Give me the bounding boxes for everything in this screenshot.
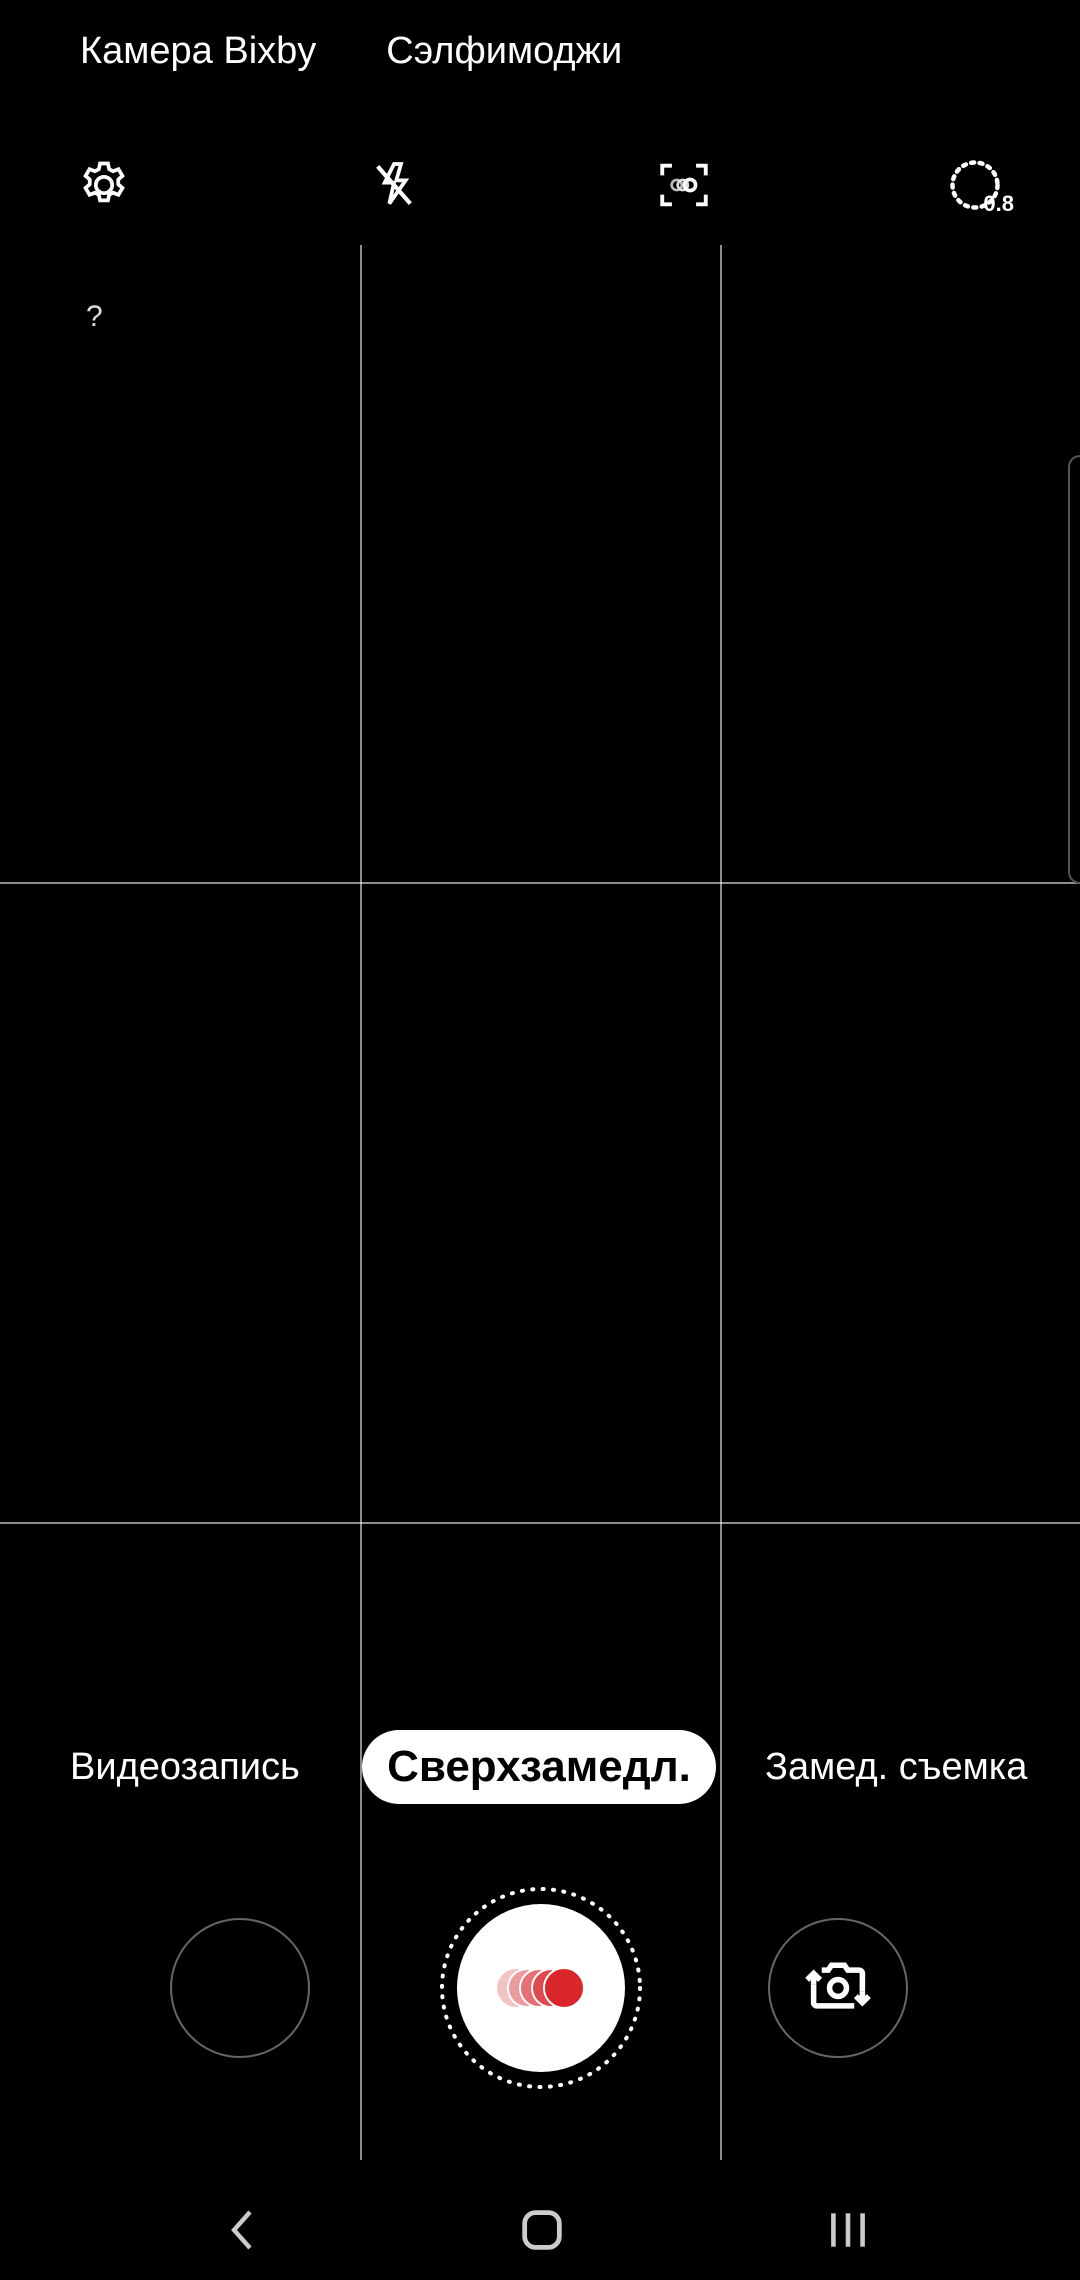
- top-links: Камера Bixby Сэлфимоджи: [80, 30, 622, 73]
- grid-line-vertical: [720, 245, 722, 2160]
- recents-button[interactable]: [808, 2190, 888, 2270]
- focus-mode-button[interactable]: [644, 145, 724, 225]
- zoom-value: 0.8: [983, 191, 1014, 216]
- flash-off-icon: [376, 162, 412, 206]
- help-button[interactable]: ?: [86, 300, 103, 334]
- grid-line-vertical: [360, 245, 362, 2160]
- grid-line-horizontal: [0, 1522, 1080, 1524]
- mode-video[interactable]: Видеозапись: [70, 1730, 300, 1804]
- back-button[interactable]: [202, 2190, 282, 2270]
- recents-icon: [831, 2213, 865, 2247]
- switch-camera-button[interactable]: [768, 1918, 908, 2058]
- home-icon: [522, 2210, 562, 2250]
- mode-selector: Видеозапись Сверхзамедл. Замед. съемка: [0, 1730, 1080, 1804]
- mode-super-slow[interactable]: Сверхзамедл.: [362, 1730, 716, 1804]
- home-button[interactable]: [502, 2190, 582, 2270]
- back-icon: [231, 2210, 252, 2250]
- flash-button[interactable]: [354, 145, 434, 225]
- record-button[interactable]: [438, 1885, 644, 2091]
- camera-switch-icon: [805, 1962, 871, 2009]
- gear-icon: [83, 161, 125, 203]
- focus-frame-icon: [660, 163, 708, 207]
- selfie-emoji-link[interactable]: Сэлфимоджи: [386, 30, 622, 73]
- navigation-bar: [0, 2170, 1080, 2280]
- mode-slow-motion[interactable]: Замед. съемка: [765, 1730, 1027, 1804]
- gallery-thumbnail[interactable]: [170, 1918, 310, 2058]
- super-slow-record-icon: [440, 1887, 642, 2089]
- bottom-controls: [0, 1880, 1080, 2100]
- zoom-button[interactable]: 0.8: [930, 145, 1020, 225]
- camera-toolbar: 0.8: [0, 145, 1080, 225]
- edge-panel-handle[interactable]: [1068, 455, 1080, 884]
- grid-line-horizontal: [0, 882, 1080, 884]
- settings-button[interactable]: [64, 145, 144, 225]
- bixby-camera-link[interactable]: Камера Bixby: [80, 30, 316, 73]
